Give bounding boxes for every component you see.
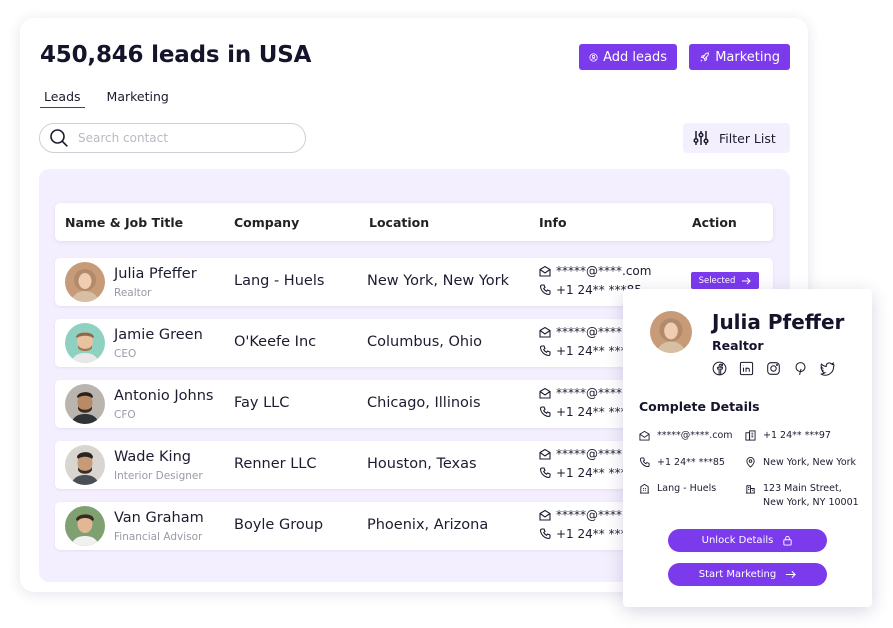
social-links	[712, 361, 835, 376]
filter-list-label: Filter List	[719, 130, 776, 146]
lead-name: Antonio Johns	[114, 388, 214, 404]
start-marketing-button[interactable]: Start Marketing	[668, 563, 827, 586]
table-header: Name & Job Title Company Location Info A…	[55, 203, 773, 241]
add-leads-label: Add leads	[603, 49, 667, 65]
mail-icon	[539, 509, 551, 521]
lead-job-title: Interior Designer	[114, 470, 203, 482]
twitter-icon[interactable]	[820, 361, 835, 376]
building-icon	[639, 483, 650, 494]
office-phone-icon	[745, 430, 756, 441]
lead-name: Jamie Green	[114, 327, 203, 343]
mail-icon	[639, 430, 650, 441]
lead-location: Columbus, Ohio	[367, 334, 483, 350]
lead-company: Boyle Group	[234, 517, 324, 533]
column-header-location: Location	[369, 215, 430, 230]
detail-phone-office: +1 24** ***97	[745, 429, 831, 443]
avatar	[65, 445, 105, 485]
unlock-details-button[interactable]: Unlock Details	[668, 529, 827, 552]
mail-icon	[539, 265, 551, 277]
arrow-right-icon	[786, 570, 797, 579]
profile-role: Realtor	[712, 338, 764, 353]
marketing-button[interactable]: Marketing	[689, 44, 790, 70]
lead-location: Chicago, Illinois	[367, 395, 481, 411]
linkedin-icon[interactable]	[739, 361, 754, 376]
lead-detail-card: Julia Pfeffer Realtor Complete Details *…	[623, 289, 872, 607]
lead-job-title: CFO	[114, 409, 136, 421]
rocket-icon	[700, 51, 709, 62]
tab-bar: Leads Marketing	[40, 89, 173, 108]
instagram-icon[interactable]	[766, 361, 781, 376]
phone-icon	[539, 406, 551, 418]
detail-email: *****@****.com	[639, 429, 733, 443]
column-header-info: Info	[539, 215, 567, 230]
lead-company: Renner LLC	[234, 456, 317, 472]
avatar	[65, 506, 105, 546]
lead-location: New York, New York	[367, 273, 510, 289]
mail-icon	[539, 448, 551, 460]
selected-button[interactable]: Selected	[691, 272, 759, 289]
mail-icon	[539, 387, 551, 399]
lead-name: Julia Pfeffer	[114, 266, 197, 282]
column-header-name: Name & Job Title	[65, 215, 184, 230]
mail-icon	[539, 326, 551, 338]
lead-job-title: CEO	[114, 348, 137, 360]
lead-job-title: Financial Advisor	[114, 531, 203, 543]
sliders-icon	[693, 131, 709, 145]
phone-icon	[639, 457, 650, 468]
column-header-action: Action	[692, 215, 737, 230]
search-input[interactable]	[78, 131, 278, 145]
location-pin-icon	[746, 457, 755, 468]
lead-company: Lang - Huels	[234, 273, 325, 289]
lead-location: Phoenix, Arizona	[367, 517, 489, 533]
avatar	[650, 311, 692, 353]
tab-leads[interactable]: Leads	[40, 89, 85, 108]
detail-phone: +1 24** ***85	[639, 456, 725, 470]
avatar	[65, 323, 105, 363]
add-leads-button[interactable]: Add leads	[579, 44, 677, 70]
detail-company: Lang - Huels	[639, 482, 716, 496]
lead-name: Van Graham	[114, 510, 204, 526]
profile-name: Julia Pfeffer	[712, 310, 845, 334]
detail-address: 123 Main Street, New York, NY 10001	[745, 482, 859, 510]
lead-job-title: Realtor	[114, 287, 152, 299]
lead-name: Wade King	[114, 449, 191, 465]
details-section-title: Complete Details	[639, 399, 760, 414]
page-title: 450,846 leads in USA	[40, 42, 312, 68]
phone-icon	[539, 467, 551, 479]
avatar	[65, 262, 105, 302]
lock-icon	[783, 536, 792, 546]
phone-icon	[539, 528, 551, 540]
facebook-icon[interactable]	[712, 361, 727, 376]
search-icon	[50, 129, 68, 147]
arrow-right-icon	[742, 277, 752, 284]
detail-location: New York, New York	[745, 456, 856, 470]
filter-list-button[interactable]: Filter List	[683, 123, 790, 153]
add-user-icon	[589, 52, 598, 62]
lead-company: O'Keefe Inc	[234, 334, 317, 350]
phone-icon	[539, 284, 551, 296]
pinterest-icon[interactable]	[793, 361, 808, 376]
marketing-label: Marketing	[715, 49, 780, 65]
lead-company: Fay LLC	[234, 395, 290, 411]
column-header-company: Company	[234, 215, 300, 230]
tab-marketing[interactable]: Marketing	[103, 89, 173, 108]
lead-email: *****@****.com	[539, 264, 651, 278]
lead-location: Houston, Texas	[367, 456, 477, 472]
search-box	[39, 123, 306, 153]
avatar	[65, 384, 105, 424]
phone-icon	[539, 345, 551, 357]
city-icon	[745, 485, 756, 494]
